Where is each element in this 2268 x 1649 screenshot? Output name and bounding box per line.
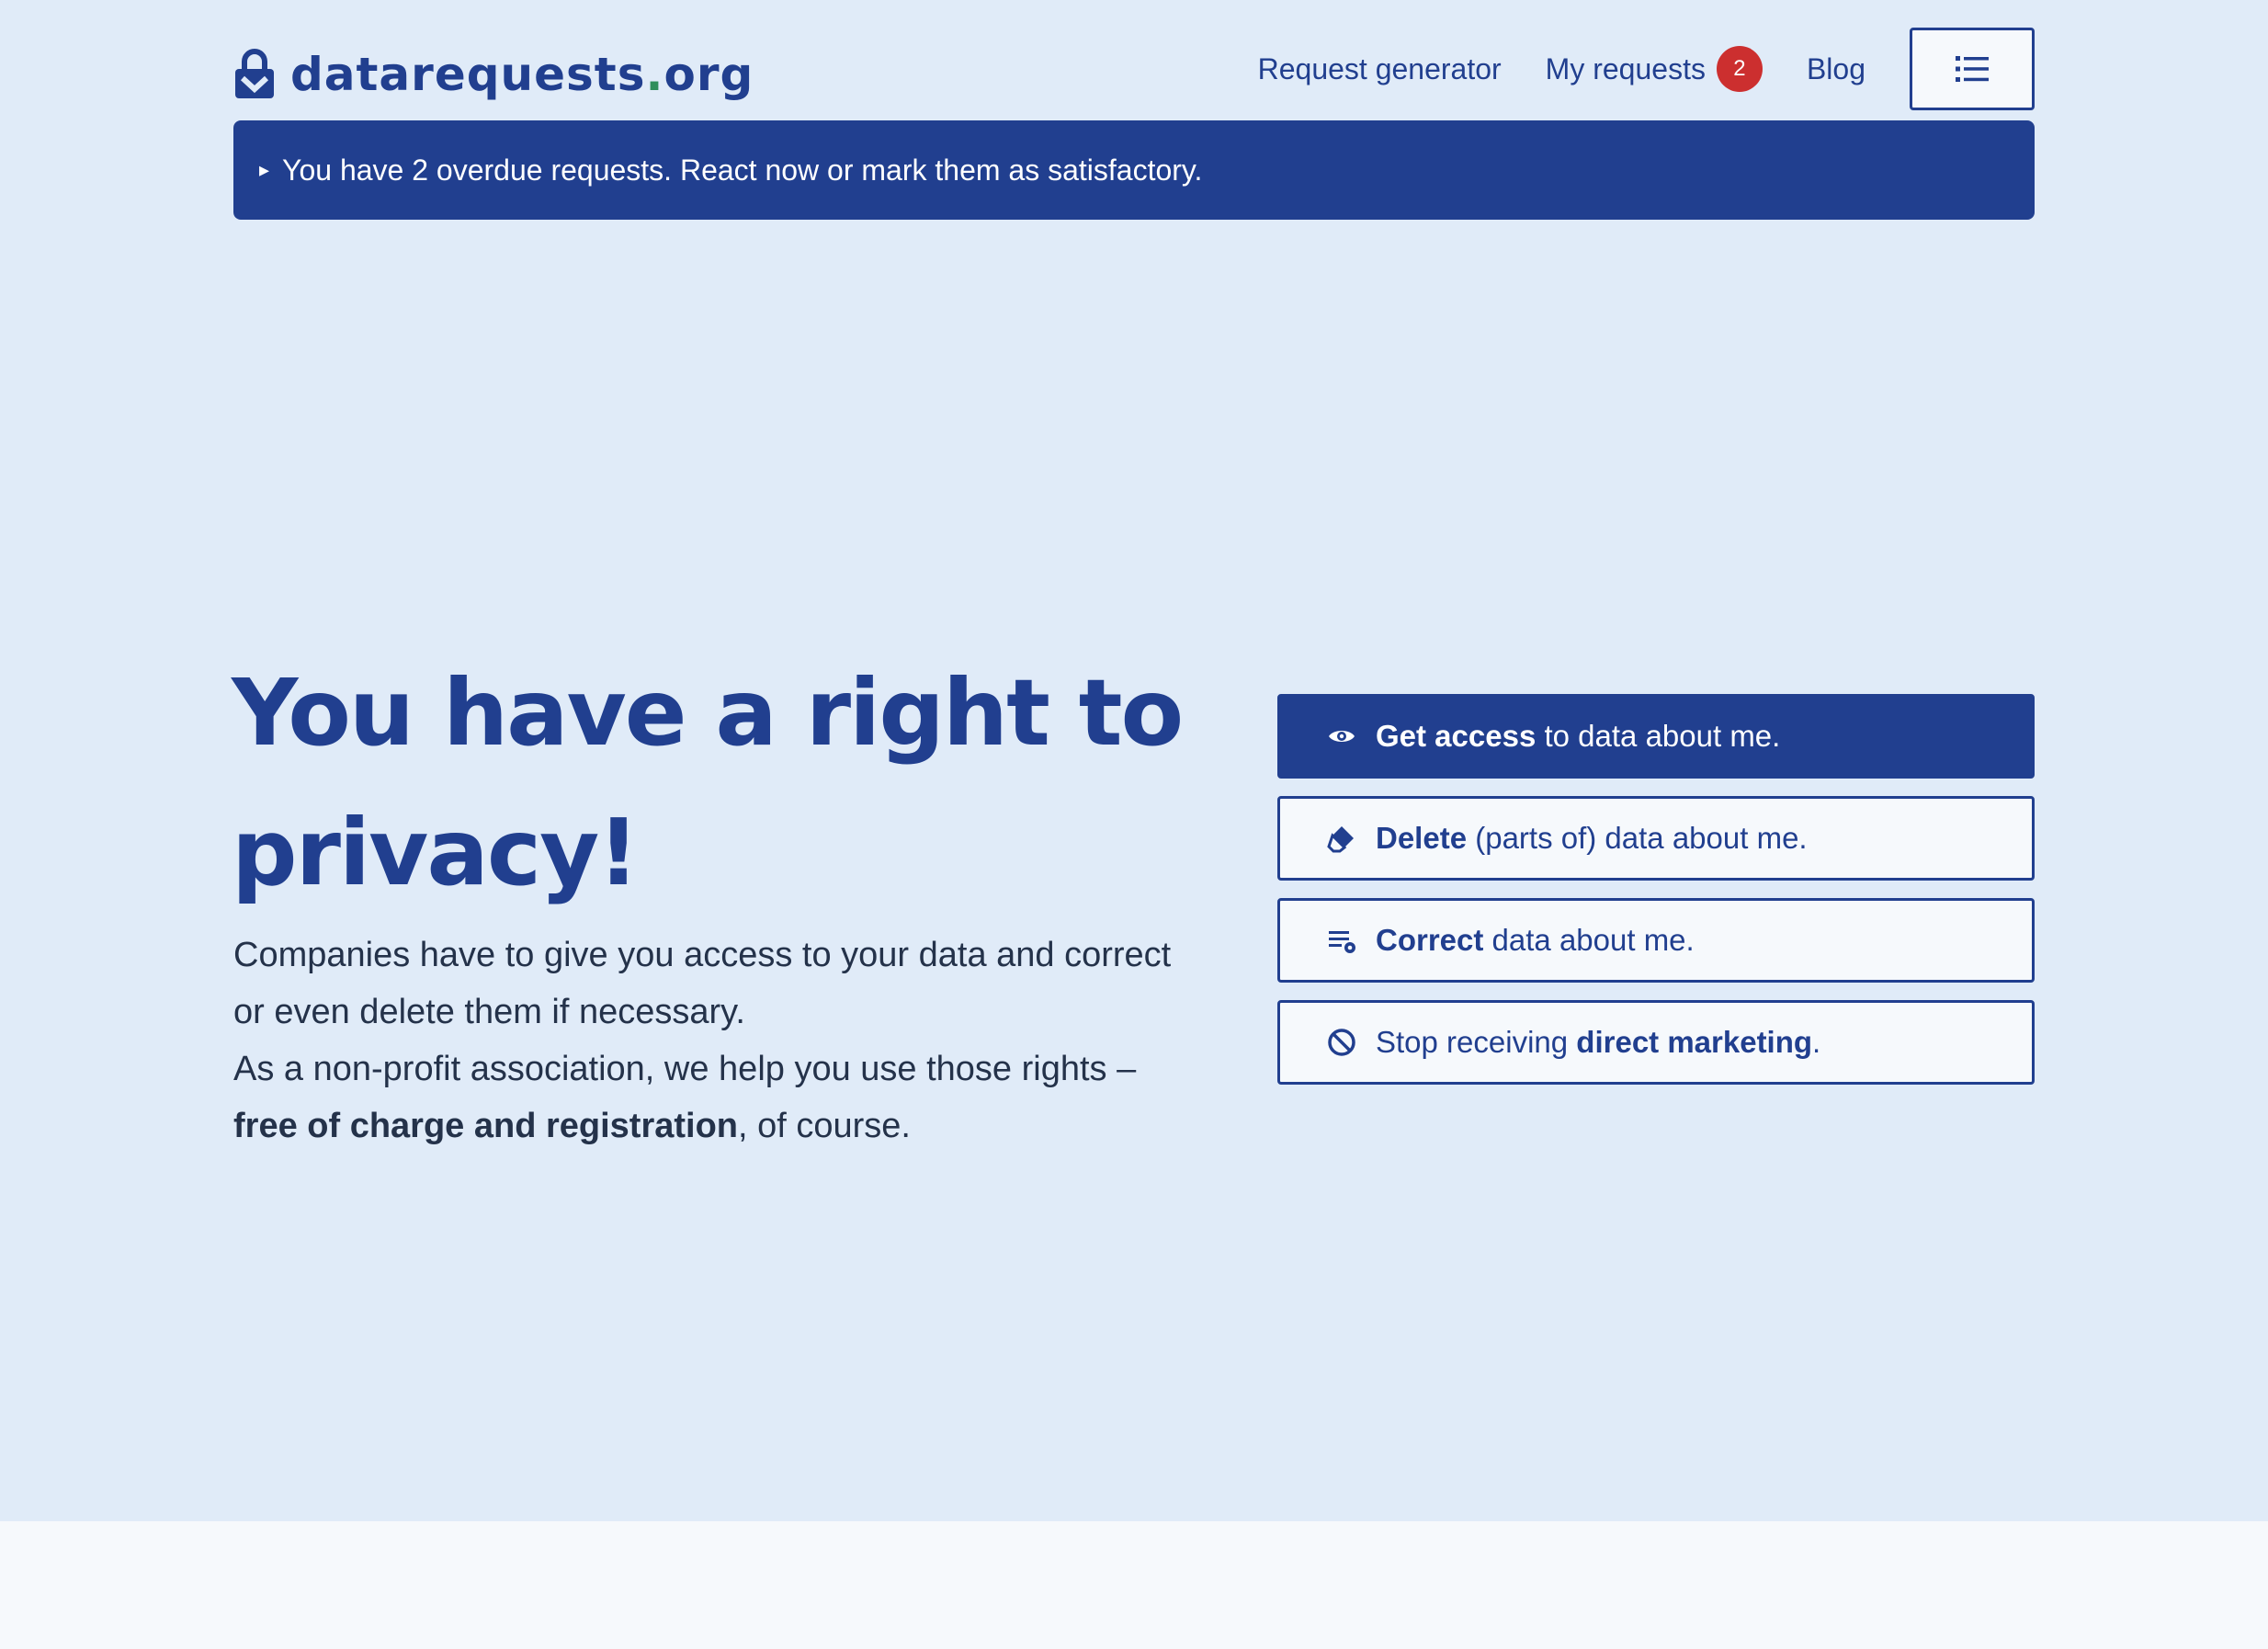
correct-data-label: Correct data about me. (1376, 923, 1695, 957)
get-access-label: Get access to data about me. (1376, 719, 1781, 753)
nav-request-generator[interactable]: Request generator (1258, 52, 1502, 86)
banner-text: You have 2 overdue requests. React now o… (282, 153, 1203, 187)
overdue-requests-banner[interactable]: ▸ You have 2 overdue requests. React now… (233, 120, 2035, 220)
logo-dot: . (645, 48, 664, 101)
menu-button[interactable] (1910, 28, 2035, 110)
main-nav: Request generator My requests 2 Blog (1214, 28, 2035, 110)
hero-description: Companies have to give you access to you… (233, 927, 1208, 1154)
block-icon (1328, 1029, 1355, 1056)
nav-my-requests[interactable]: My requests 2 (1546, 46, 1763, 92)
lock-check-icon (235, 49, 274, 98)
disclosure-triangle-icon: ▸ (259, 158, 270, 181)
list-icon (1956, 56, 1989, 82)
edit-list-icon (1329, 931, 1355, 953)
nav-my-requests-label: My requests (1545, 51, 1706, 85)
nav-blog[interactable]: Blog (1807, 52, 1865, 86)
request-actions: Get access to data about me. Delete (par… (1277, 694, 2035, 1102)
stop-marketing-label: Stop receiving direct marketing. (1376, 1025, 1821, 1059)
eye-icon (1329, 731, 1355, 742)
logo-text: datarequests.org (290, 48, 754, 101)
delete-data-label: Delete (parts of) data about me. (1376, 821, 1808, 855)
hero-description-line2: As a non-profit association, we help you… (233, 1050, 1137, 1145)
site-logo[interactable]: datarequests.org (233, 42, 754, 107)
eraser-icon (1327, 826, 1354, 853)
correct-data-button[interactable]: Correct data about me. (1277, 898, 2035, 983)
hero-description-line1: Companies have to give you access to you… (233, 936, 1172, 1031)
requests-count-badge: 2 (1716, 46, 1763, 92)
get-access-button[interactable]: Get access to data about me. (1277, 694, 2035, 779)
delete-data-button[interactable]: Delete (parts of) data about me. (1277, 796, 2035, 881)
hero-title: You have a right to privacy! (232, 659, 1184, 906)
stop-marketing-button[interactable]: Stop receiving direct marketing. (1277, 1000, 2035, 1085)
